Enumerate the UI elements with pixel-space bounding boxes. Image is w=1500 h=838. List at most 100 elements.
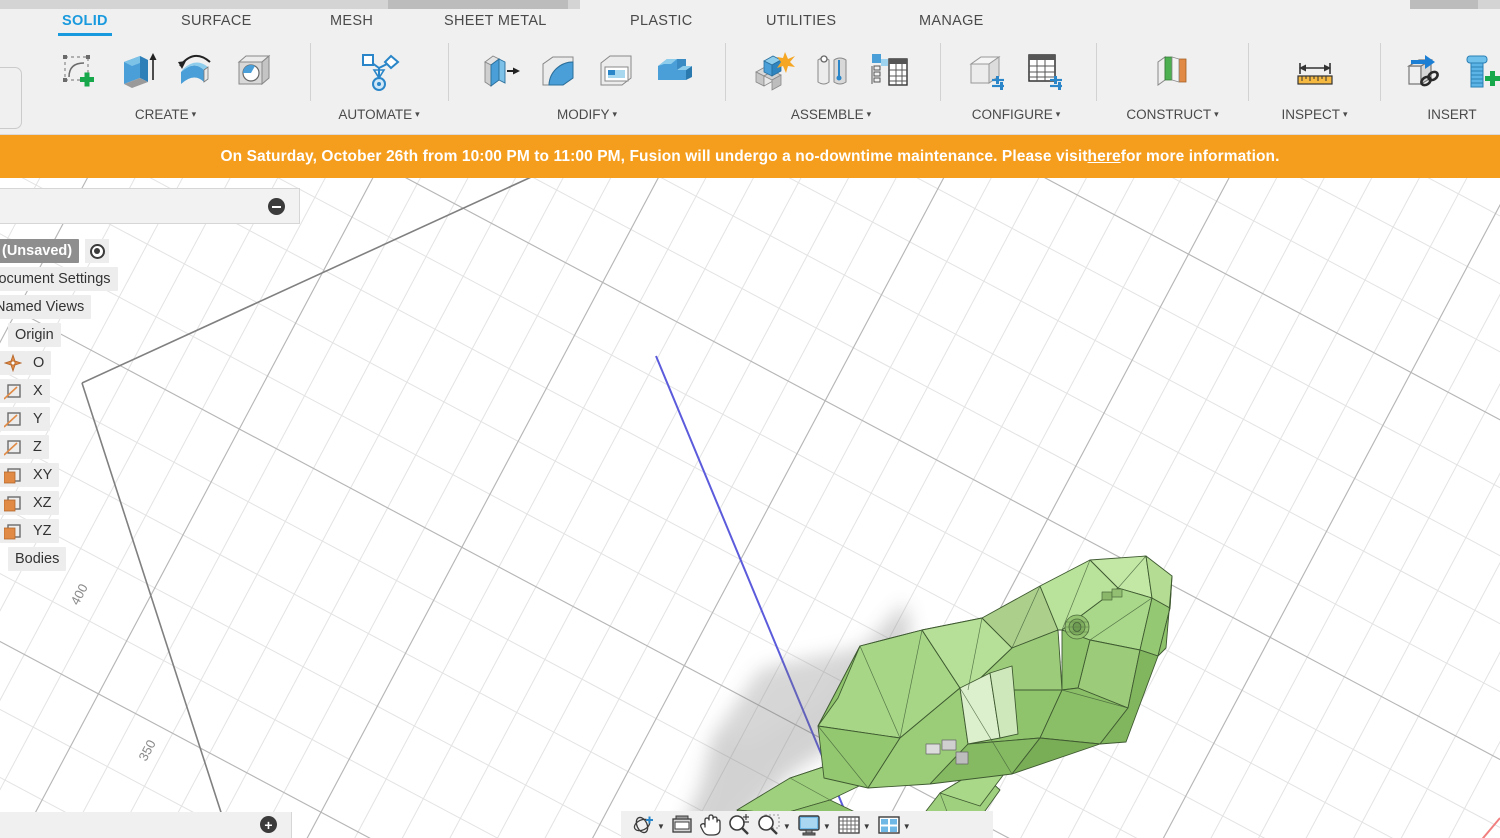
create-configuration-icon[interactable]	[961, 41, 1013, 101]
browser-row-y[interactable]: Y	[0, 405, 300, 433]
browser-row-xz[interactable]: XZ	[0, 489, 300, 517]
chevron-down-icon: ▾	[866, 109, 872, 119]
ribbon: SOLID SURFACE MESH SHEET METAL PLASTIC UTILIT…	[0, 9, 1500, 135]
panel-tools	[1392, 39, 1500, 103]
add-icon[interactable]: +	[260, 816, 277, 833]
browser-row-label: Document Settings	[0, 267, 118, 291]
ribbon-tab-utilities[interactable]: UTILITIES	[766, 13, 836, 29]
insert-derive-icon[interactable]	[1397, 41, 1449, 101]
x-axis-line	[1481, 817, 1500, 838]
panel-label-configure[interactable]: CONFIGURE ▾	[952, 107, 1080, 122]
panel-divider	[448, 43, 449, 101]
browser-row-bodies[interactable]: Bodies	[0, 545, 300, 573]
hole-icon[interactable]	[227, 41, 279, 101]
automated-modeling-icon[interactable]	[353, 41, 405, 101]
scrollbar-track-mid[interactable]	[568, 0, 580, 9]
chevron-down-icon[interactable]: ▼	[903, 822, 911, 831]
combine-icon[interactable]	[648, 41, 700, 101]
press-pull-icon[interactable]	[474, 41, 526, 101]
panel-label-text: ASSEMBLE	[790, 107, 864, 122]
extrude-icon[interactable]	[111, 41, 163, 101]
ribbon-tab-mesh[interactable]: MESH	[330, 13, 373, 29]
fusion-window: SOLID SURFACE MESH SHEET METAL PLASTIC UTILIT…	[0, 0, 1500, 838]
horizontal-scrollbar[interactable]	[0, 0, 1500, 9]
ribbon-panel-automate: AUTOMATE ▾	[324, 37, 434, 135]
browser-row-label: Y	[26, 407, 50, 431]
collapse-panel-icon[interactable]	[268, 198, 285, 215]
chevron-down-icon[interactable]: ▼	[657, 822, 665, 831]
offset-plane-icon[interactable]	[1147, 41, 1199, 101]
fillet-icon[interactable]	[532, 41, 584, 101]
panel-divider	[725, 43, 726, 101]
browser-row-z[interactable]: Z	[0, 433, 300, 461]
scrollbar-track-right[interactable]	[1478, 0, 1500, 9]
browser-row-named-views[interactable]: Named Views	[0, 293, 300, 321]
panel-tools	[952, 39, 1080, 103]
browser-row-xy[interactable]: XY	[0, 461, 300, 489]
viewports-icon[interactable]: ▼	[875, 812, 913, 837]
panel-label-text: INSPECT	[1281, 107, 1340, 122]
zoom-icon[interactable]	[725, 812, 753, 837]
browser-row-label: YZ	[26, 519, 59, 543]
panel-divider	[1096, 43, 1097, 101]
scrollbar-thumb-b[interactable]	[1424, 0, 1478, 9]
browser-row-origin[interactable]: Origin	[0, 321, 300, 349]
browser-row-document-settings[interactable]: Document Settings	[0, 265, 300, 293]
browser-row-yz[interactable]: YZ	[0, 517, 300, 545]
chevron-down-icon[interactable]: ▼	[823, 822, 831, 831]
insert-mcmaster-icon[interactable]	[1455, 41, 1500, 101]
ribbon-panels: CREATE ▾ AUTOMATE ▾ MODIFY ▾ ASSEMBLE ▾ …	[0, 37, 1500, 135]
create-sketch-icon[interactable]	[53, 41, 105, 101]
chevron-down-icon: ▾	[191, 109, 197, 119]
bill-of-materials-icon[interactable]	[863, 41, 915, 101]
ribbon-tab-sheet-metal[interactable]: SHEET METAL	[444, 13, 547, 29]
panel-label-automate[interactable]: AUTOMATE ▾	[324, 107, 434, 122]
chevron-down-icon[interactable]: ▼	[863, 822, 871, 831]
chevron-down-icon[interactable]: ▼	[783, 822, 791, 831]
panel-label-inspect[interactable]: INSPECT ▾	[1262, 107, 1367, 122]
panel-label-create[interactable]: CREATE ▾	[38, 107, 293, 122]
pan-icon[interactable]	[697, 812, 723, 837]
panel-divider	[310, 43, 311, 101]
panel-label-assemble[interactable]: ASSEMBLE ▾	[736, 107, 926, 122]
ribbon-tab-surface[interactable]: SURFACE	[181, 13, 252, 29]
grid-snaps-icon[interactable]: ▼	[835, 812, 873, 837]
look-at-icon[interactable]	[669, 812, 695, 837]
panel-label-modify[interactable]: MODIFY ▾	[462, 107, 712, 122]
new-component-icon[interactable]	[747, 41, 799, 101]
joint-icon[interactable]	[805, 41, 857, 101]
panel-label-text: CONFIGURE	[971, 107, 1053, 122]
plane-icon	[0, 463, 26, 487]
revolve-icon[interactable]	[169, 41, 221, 101]
ribbon-panel-construct: CONSTRUCT ▾	[1110, 37, 1235, 135]
ribbon-panel-configure: CONFIGURE ▾	[952, 37, 1080, 135]
scrollbar-thumb-a[interactable]	[1410, 0, 1424, 9]
banner-here-link[interactable]: here	[1088, 148, 1121, 166]
ribbon-panel-assemble: ASSEMBLE ▾	[736, 37, 926, 135]
navigation-bar: ▼ ▼ ▼ ▼ ▼	[621, 811, 993, 838]
ribbon-overflow-button[interactable]	[0, 67, 22, 129]
browser-row-unsaved[interactable]: (Unsaved)	[0, 237, 300, 265]
zoom-window-icon[interactable]: ▼	[755, 812, 793, 837]
panel-divider	[1248, 43, 1249, 101]
browser-row-o[interactable]: O	[0, 349, 300, 377]
ribbon-panel-insert: INSERT	[1392, 37, 1500, 135]
ribbon-tab-plastic[interactable]: PLASTIC	[630, 13, 693, 29]
display-settings-icon[interactable]: ▼	[795, 812, 833, 837]
chevron-down-icon: ▾	[1214, 109, 1219, 119]
panel-label-insert[interactable]: INSERT	[1392, 107, 1500, 122]
measure-icon[interactable]	[1289, 41, 1341, 101]
ribbon-tab-solid[interactable]: SOLID	[58, 13, 112, 36]
shell-icon[interactable]	[590, 41, 642, 101]
banner-text-after: for more information.	[1120, 147, 1280, 165]
ribbon-tab-manage[interactable]: MANAGE	[919, 13, 984, 29]
svg-text:350: 350	[135, 737, 158, 763]
configuration-table-icon[interactable]	[1019, 41, 1071, 101]
orbit-icon[interactable]: ▼	[629, 812, 667, 837]
panel-label-construct[interactable]: CONSTRUCT ▾	[1110, 107, 1235, 122]
browser-row-x[interactable]: X	[0, 377, 300, 405]
scrollbar-thumb-left[interactable]	[388, 0, 568, 9]
scrollbar-track-left[interactable]	[0, 0, 388, 9]
browser-tree: (Unsaved) Document Settings Named Views Ori…	[0, 224, 300, 573]
visibility-toggle-icon[interactable]	[85, 239, 110, 263]
